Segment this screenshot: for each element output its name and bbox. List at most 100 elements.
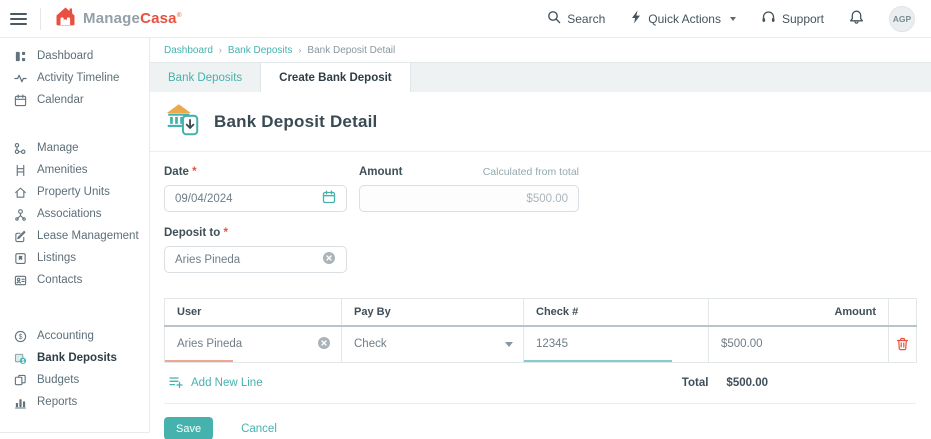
footer-divider [164, 403, 916, 404]
search-label: Search [567, 11, 606, 26]
amount-input: $500.00 [359, 185, 579, 212]
user-value: Aries Pineda [177, 338, 243, 351]
breadcrumb-current: Bank Deposit Detail [307, 44, 396, 56]
amount-label: Amount [359, 166, 403, 178]
deposit-to-label: Deposit to * [164, 227, 228, 239]
hamburger-menu-icon[interactable] [10, 12, 27, 25]
people-network-icon [13, 208, 27, 221]
sidebar-item-label: Reports [37, 396, 78, 408]
search-icon [547, 10, 561, 27]
support-label: Support [781, 11, 824, 26]
search-button[interactable]: Search [547, 10, 605, 27]
listing-bookmark-icon [13, 252, 27, 265]
save-button[interactable]: Save [164, 417, 214, 439]
column-header-user: User [164, 298, 342, 327]
sidebar-item-contacts[interactable]: Contacts [0, 269, 149, 291]
breadcrumb: Dashboard › Bank Deposits › Bank Deposit… [150, 38, 931, 62]
total-row: Total $500.00 [682, 377, 768, 389]
deposit-lines-table: User Pay By Check # Amount Aries Pineda [164, 298, 917, 363]
sidebar-item-amenities[interactable]: Amenities [0, 159, 149, 181]
sidebar-item-activity-timeline[interactable]: Activity Timeline [0, 67, 149, 89]
headset-icon [761, 10, 776, 27]
activity-icon [13, 72, 27, 85]
contact-card-icon [13, 274, 27, 287]
sidebar-item-manage[interactable]: Manage [0, 137, 149, 159]
sidebar-item-reports[interactable]: Reports [0, 391, 149, 413]
notifications-button[interactable] [849, 9, 864, 28]
deposit-to-select[interactable]: Aries Pineda [164, 246, 347, 273]
total-value: $500.00 [726, 377, 768, 389]
check-no-cell[interactable]: 12345 [523, 325, 709, 363]
dashboard-icon [13, 50, 27, 63]
user-cell[interactable]: Aries Pineda [164, 325, 342, 363]
app-window: ManageCasa® Search Quick Actions Support… [0, 0, 931, 439]
main-content: Dashboard › Bank Deposits › Bank Deposit… [150, 38, 931, 439]
sidebar-group-manage: Manage Amenities Property Units Associat… [0, 137, 149, 291]
lightning-icon [630, 10, 642, 27]
logo-text: ManageCasa® [83, 5, 182, 30]
breadcrumb-separator: › [298, 45, 302, 55]
sidebar-item-label: Manage [37, 142, 79, 154]
sitemap-icon [13, 142, 27, 155]
managecasa-logo[interactable]: ManageCasa® [54, 5, 182, 32]
user-input-underline [165, 360, 233, 362]
calendar-picker-icon[interactable] [322, 190, 336, 207]
clear-selection-icon[interactable] [322, 251, 336, 268]
date-value: 09/04/2024 [175, 192, 233, 205]
header-actions: Search Quick Actions Support AGP [547, 5, 915, 32]
sidebar-item-associations[interactable]: Associations [0, 203, 149, 225]
breadcrumb-separator: › [218, 45, 222, 55]
sidebar-item-calendar[interactable]: Calendar [0, 89, 149, 111]
avatar[interactable]: AGP [889, 5, 915, 32]
sidebar-item-lease-management[interactable]: Lease Management [0, 225, 149, 247]
row-amount-value: $500.00 [721, 338, 763, 351]
sidebar-item-label: Lease Management [37, 230, 139, 242]
amount-value: $500.00 [526, 192, 568, 205]
column-header-pay-by: Pay By [341, 298, 524, 327]
sidebar-item-label: Bank Deposits [37, 352, 117, 364]
sidebar-item-dashboard[interactable]: Dashboard [0, 45, 149, 67]
cancel-button[interactable]: Cancel [241, 423, 277, 435]
chevron-down-icon [729, 16, 736, 21]
amount-cell[interactable]: $500.00 [708, 325, 889, 363]
amount-hint: Calculated from total [482, 166, 579, 178]
breadcrumb-dashboard[interactable]: Dashboard [164, 45, 213, 56]
add-new-line-label: Add New Line [191, 377, 263, 389]
add-line-icon [169, 375, 183, 392]
page-title: Bank Deposit Detail [214, 112, 378, 131]
tab-create-bank-deposit[interactable]: Create Bank Deposit [261, 63, 411, 92]
home-icon [13, 186, 27, 199]
tab-bar: Bank Deposits Create Bank Deposit [150, 62, 931, 92]
delete-row-cell [888, 325, 917, 363]
date-input[interactable]: 09/04/2024 [164, 185, 347, 212]
table-header-row: User Pay By Check # Amount [164, 298, 917, 327]
clear-user-icon[interactable] [317, 336, 331, 353]
date-field-group: Date * 09/04/2024 [164, 166, 347, 212]
top-header: ManageCasa® Search Quick Actions Support… [0, 0, 931, 38]
sidebar-item-label: Listings [37, 252, 76, 264]
support-button[interactable]: Support [761, 10, 824, 27]
sidebar-item-budgets[interactable]: Budgets [0, 369, 149, 391]
sidebar-item-label: Budgets [37, 374, 80, 386]
breadcrumb-bank-deposits[interactable]: Bank Deposits [228, 45, 292, 56]
house-logo-icon [54, 5, 77, 32]
header-divider [40, 7, 41, 30]
trash-icon[interactable] [889, 327, 916, 363]
tab-bank-deposits[interactable]: Bank Deposits [150, 63, 262, 92]
sidebar-item-bank-deposits[interactable]: $ Bank Deposits [0, 347, 149, 369]
quick-actions-button[interactable]: Quick Actions [630, 10, 736, 27]
deposit-form: Date * 09/04/2024 Amount Calculated from… [150, 152, 931, 273]
sidebar-item-label: Activity Timeline [37, 72, 120, 84]
deposit-to-field-group: Deposit to * Aries Pineda [164, 227, 931, 273]
sidebar-item-label: Calendar [37, 94, 84, 106]
brand-second: Casa [140, 10, 177, 27]
sidebar-item-property-units[interactable]: Property Units [0, 181, 149, 203]
pay-by-cell[interactable]: Check [341, 325, 524, 363]
sidebar-item-listings[interactable]: Listings [0, 247, 149, 269]
avatar-initials: AGP [892, 13, 912, 24]
registered-mark: ® [176, 12, 182, 19]
add-new-line-button[interactable]: Add New Line [164, 375, 263, 392]
required-asterisk: * [192, 166, 197, 178]
sidebar-item-accounting[interactable]: $ Accounting [0, 325, 149, 347]
check-no-input-underline [524, 360, 672, 362]
